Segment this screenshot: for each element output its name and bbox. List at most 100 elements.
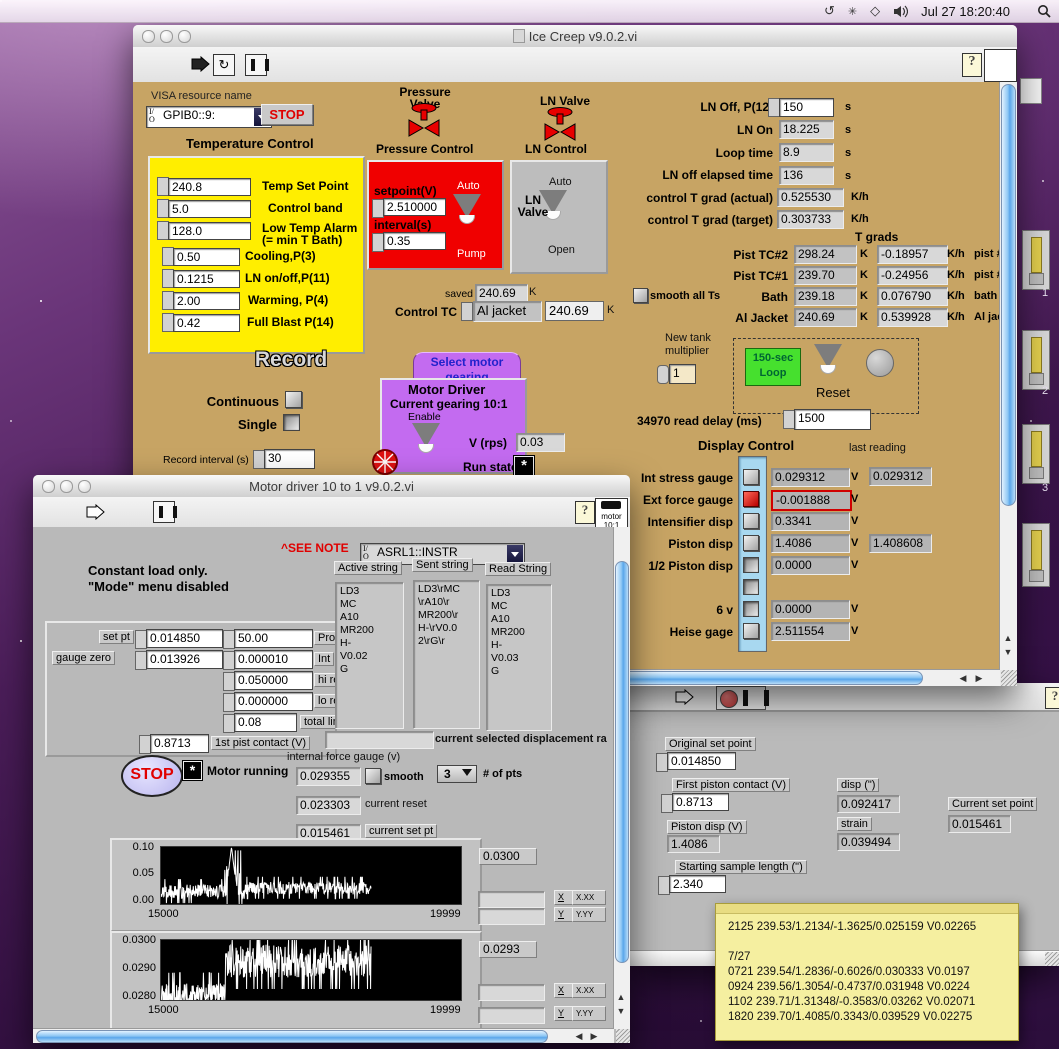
display-checkbox[interactable] [743,535,759,551]
smooth-all-ts-checkbox[interactable] [633,288,648,303]
help-button[interactable]: ? [962,53,982,77]
abort-button[interactable] [720,690,738,708]
scroll-up-arrow[interactable]: ▲ [614,991,628,1003]
sticky-note[interactable]: 2125 239.53/1.2134/-1.3625/0.025159 V0.0… [715,903,1019,1041]
low-temp-alarm-field[interactable]: 128.0 [168,222,251,240]
continuous-checkbox[interactable] [285,391,302,408]
led-button[interactable] [866,349,894,377]
temp-set-point-field[interactable]: 240.8 [168,178,251,196]
spotlight-icon[interactable] [1037,4,1051,18]
display-checkbox[interactable] [743,469,759,485]
npts-dropdown[interactable]: 3 [437,765,477,783]
display-checkbox[interactable] [743,513,759,529]
chart1-x-field[interactable] [478,891,545,908]
run-icon[interactable] [85,504,107,520]
ln-off-field[interactable]: 150 [779,98,834,117]
setpoint-field[interactable]: 2.510000 [383,198,446,216]
cooling-field[interactable]: 0.50 [173,248,240,266]
total-field[interactable]: 0.08 [234,713,297,732]
resize-grip[interactable] [616,1029,630,1043]
side-widget[interactable] [1022,424,1050,484]
help-button[interactable]: ? [1045,687,1059,709]
interval-field[interactable]: 0.35 [383,232,446,250]
chart2-y-field[interactable] [478,1007,545,1024]
volume-icon[interactable] [893,5,909,18]
hi-field[interactable]: 0.050000 [234,671,313,690]
gauge-zero-field[interactable]: 0.013926 [146,650,223,669]
chart1-y-fmt[interactable]: Y.YY [572,907,606,922]
chart2-x-fmt[interactable]: X.XX [572,983,606,998]
motor-hscrollbar[interactable]: ◀ ▶ [33,1028,614,1043]
scroll-down-arrow[interactable]: ▼ [614,1005,628,1017]
scroll-right-arrow[interactable]: ▶ [587,1030,601,1042]
record-interval-field[interactable]: 30 [264,449,315,469]
single-checkbox[interactable] [283,414,300,431]
read-string-box[interactable]: LD3 MC A10 MR200 H- V0.03 G [486,584,552,731]
display-checkbox[interactable] [743,623,759,639]
scroll-left-arrow[interactable]: ◀ [956,672,970,684]
ice-titlebar[interactable]: Ice Creep v9.0.2.vi [133,25,1017,48]
display-checkbox-alarm[interactable] [743,491,759,507]
side-widget[interactable] [1022,230,1050,290]
original-set-point-field[interactable]: 0.014850 [667,752,736,770]
display-checkbox[interactable] [743,557,759,573]
dropdown-arrow-icon[interactable] [507,545,523,563]
run-icon[interactable] [190,56,212,72]
stop-button[interactable]: STOP [261,104,313,125]
disp-chart[interactable] [160,939,462,1002]
sticky-note-header[interactable] [716,904,1018,914]
sent-string-box[interactable]: LD3\rMC \rA10\r MR200\r H-\rV0.0 2\rG\r [413,580,480,729]
chart2-x-field[interactable] [478,984,545,1001]
motor-window[interactable]: Motor driver 10 to 1 v9.0.2.vi ? motor 1… [33,475,630,1043]
vi-icon-box[interactable] [984,49,1017,82]
visa-dropdown[interactable]: I/O GPIB0::9: [146,106,272,128]
scroll-left-arrow[interactable]: ◀ [572,1030,586,1042]
run-state-indicator[interactable]: * [513,455,535,477]
display-checkbox[interactable] [743,601,759,617]
run-icon[interactable] [674,689,696,705]
scroll-down-arrow[interactable]: ▼ [1001,646,1015,658]
resize-grip[interactable] [1001,670,1017,686]
force-chart[interactable] [160,846,462,905]
read-delay-field[interactable]: 1500 [794,409,871,430]
chart1-x-fmt[interactable]: X.XX [572,890,606,905]
pause-button[interactable] [245,54,269,76]
side-widget[interactable] [1022,330,1050,390]
pause-button[interactable] [153,501,177,523]
active-string-box[interactable]: LD3 MC A10 MR200 H- V0.02 G [335,582,404,729]
lo-field[interactable]: 0.000000 [234,692,313,711]
chart1-y-field[interactable] [478,908,545,925]
sync-icon[interactable]: ✳ [848,5,857,18]
sample-length-field[interactable]: 2.340 [669,875,726,893]
ice-vscrollbar[interactable]: ▲ ▼ [999,82,1017,670]
ln-onoff-field[interactable]: 0.1215 [173,270,240,288]
scroll-right-arrow[interactable]: ▶ [972,672,986,684]
help-button[interactable]: ? [575,501,595,524]
time-machine-icon[interactable]: ↺ [824,3,835,19]
control-tc-select[interactable]: Al jacket [473,301,542,322]
pist-field[interactable]: 0.8713 [150,734,209,753]
tank-mult-spinner[interactable] [657,365,669,384]
pressure-mode-knob[interactable] [453,194,481,224]
pause-button[interactable] [743,690,769,706]
display-checkbox[interactable] [743,579,759,595]
prop-field[interactable]: 50.00 [234,629,313,648]
reset-knob[interactable] [814,344,842,374]
motor-running-indicator[interactable]: * [182,760,203,781]
chart2-y-fmt[interactable]: Y.YY [572,1006,606,1021]
first-piston-contact-field[interactable]: 0.8713 [672,793,729,811]
side-widget[interactable] [1022,523,1050,587]
airport-icon[interactable]: ◇ [870,3,880,19]
control-band-field[interactable]: 5.0 [168,200,251,218]
enable-knob[interactable] [412,423,440,453]
menu-clock[interactable]: Jul 27 18:20:40 [921,4,1010,19]
warming-field[interactable]: 2.00 [173,292,240,310]
motor-titlebar[interactable]: Motor driver 10 to 1 v9.0.2.vi [33,475,630,498]
scroll-up-arrow[interactable]: ▲ [1001,632,1015,644]
smooth-checkbox[interactable] [365,768,381,784]
stop-button[interactable]: STOP [121,755,183,797]
control-tc-spinner[interactable] [461,302,473,321]
tank-mult-field[interactable]: 1 [669,364,696,384]
int-field[interactable]: 0.000010 [234,650,313,669]
set-pt-field[interactable]: 0.014850 [146,629,223,648]
